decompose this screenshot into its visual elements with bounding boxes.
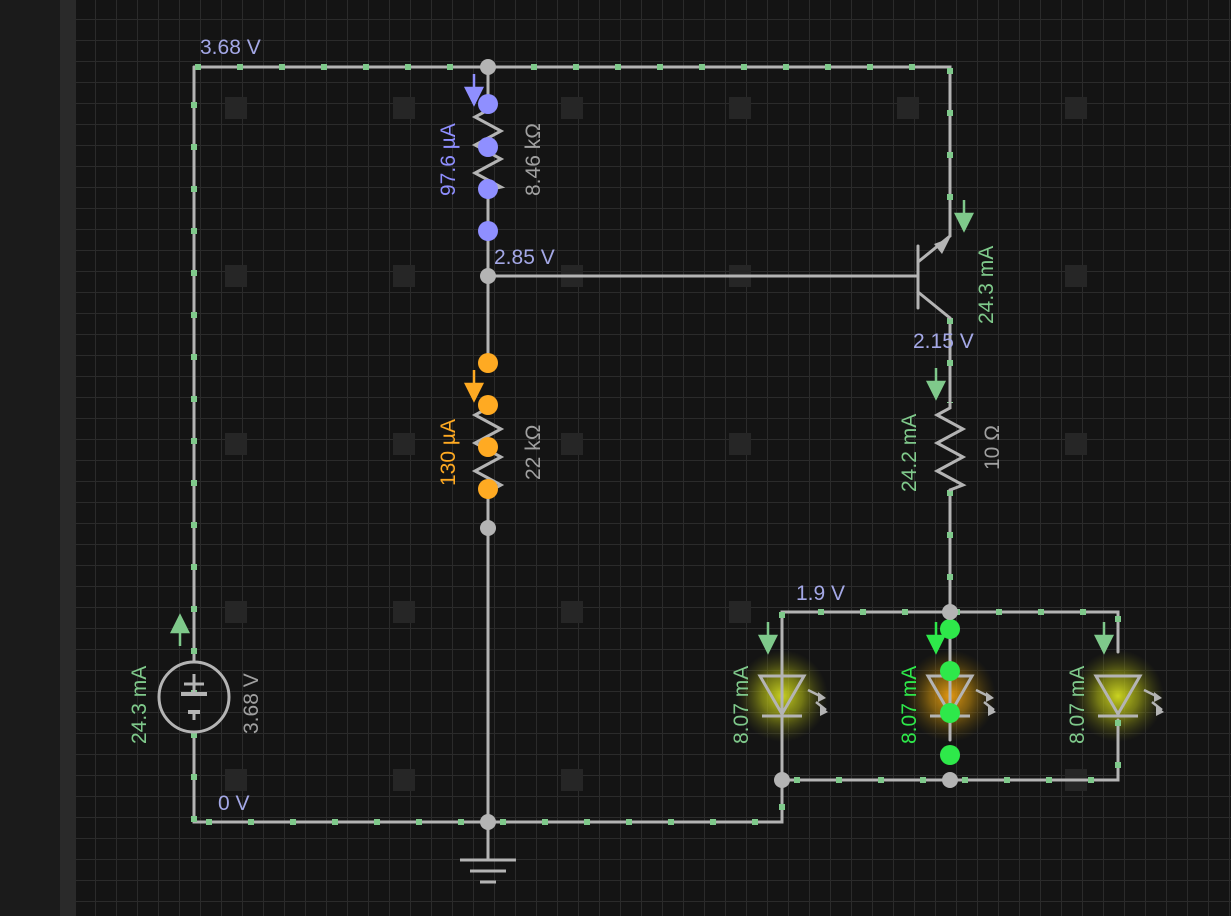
wires[interactable] — [192, 65, 1120, 860]
emitter-voltage-label: 2.15 V — [913, 330, 974, 353]
ground-voltage-label: 0 V — [218, 792, 250, 815]
r3-current-label: 24.2 mA — [898, 414, 921, 492]
r3-resistance-label: 10 Ω — [981, 425, 1004, 470]
transistor-current-label: 24.3 mA — [975, 246, 998, 324]
r2-resistance-label: 22 kΩ — [522, 425, 545, 480]
resistor-r3[interactable] — [933, 401, 967, 492]
base-voltage-label: 2.85 V — [494, 246, 555, 269]
led1-current-label: 8.07 mA — [730, 666, 753, 744]
resistor-r2[interactable] — [471, 353, 505, 499]
top-voltage-label: 3.68 V — [200, 36, 261, 59]
npn-transistor-icon[interactable] — [916, 234, 952, 320]
led-voltage-label: 1.9 V — [796, 582, 845, 605]
arrow-icon — [169, 74, 1115, 655]
r1-current-label: 97.6 µA — [437, 123, 460, 196]
led3-current-label: 8.07 mA — [1066, 666, 1089, 744]
junction-nodes[interactable] — [480, 59, 958, 830]
battery-icon[interactable] — [157, 660, 231, 734]
r2-current-label: 130 µA — [437, 419, 460, 486]
r1-resistance-label: 8.46 kΩ — [522, 123, 545, 196]
circuit-diagram[interactable]: 3.68 V 2.85 V 2.15 V 1.9 V 0 V 97.6 µA 8… — [0, 0, 1231, 916]
ground-icon[interactable] — [460, 858, 516, 884]
battery-current-label: 24.3 mA — [128, 666, 151, 744]
battery-voltage-label: 3.68 V — [240, 673, 263, 734]
led2-current-label: 8.07 mA — [898, 666, 921, 744]
